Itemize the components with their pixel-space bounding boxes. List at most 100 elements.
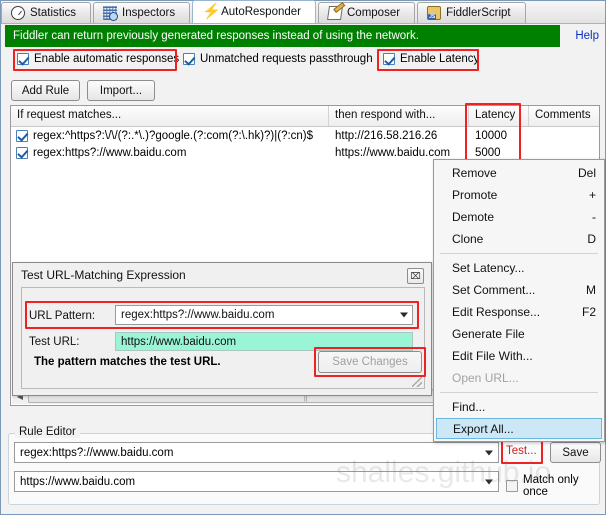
column-header-latency[interactable]: Latency xyxy=(469,106,529,126)
menu-item-find[interactable]: Find... xyxy=(434,396,604,418)
menu-item-edit-response-label: Edit Response... xyxy=(452,305,541,319)
table-row[interactable]: regex:^https?:\/\/(?:.*\.)?google.(?:com… xyxy=(11,127,599,144)
save-label: Save xyxy=(562,446,589,459)
test-url-label: Test URL: xyxy=(29,336,80,348)
menu-item-clone-accel: D xyxy=(587,232,596,246)
add-rule-label: Add Rule xyxy=(21,84,70,97)
column-header-respond[interactable]: then respond with... xyxy=(329,106,469,126)
menu-item-demote-label: Demote xyxy=(452,210,495,224)
rule-match-text: regex:^https?:\/\/(?:.*\.)?google.(?:com… xyxy=(33,129,314,142)
rule-list-header: If request matches... then respond with.… xyxy=(11,106,599,127)
checkbox-label-unmatched-requests-passthrough: Unmatched requests passthrough xyxy=(200,53,373,65)
url-pattern-value: regex:https?://www.baidu.com xyxy=(121,309,275,321)
column-header-match[interactable]: If request matches... xyxy=(11,106,329,126)
menu-item-export-all-label: Export All... xyxy=(453,421,514,436)
url-pattern-label: URL Pattern: xyxy=(29,310,96,322)
lightning-bolt-icon: ⚡ xyxy=(202,3,221,20)
tab-composer-label: Composer xyxy=(347,7,401,19)
chevron-down-icon[interactable] xyxy=(400,312,408,318)
checkbox-box-enable-automatic-responses[interactable] xyxy=(17,53,29,65)
tab-fiddlerscript[interactable]: FiddlerScript xyxy=(417,2,526,23)
chevron-down-icon[interactable] xyxy=(485,450,493,455)
menu-item-demote-accel: - xyxy=(592,210,596,224)
inspectors-icon xyxy=(103,6,119,21)
menu-item-edit-file-with-label: Edit File With... xyxy=(452,349,533,363)
test-link[interactable]: Test... xyxy=(506,445,537,457)
rule-editor-respond-value: https://www.baidu.com xyxy=(20,475,136,488)
menu-item-edit-file-with[interactable]: Edit File With... xyxy=(434,345,604,367)
menu-item-find-label: Find... xyxy=(452,400,486,414)
rule-editor-legend: Rule Editor xyxy=(15,426,80,438)
chevron-down-icon[interactable] xyxy=(485,479,493,484)
rule-respond-cell: https://www.baidu.com xyxy=(335,146,451,159)
rule-context-menu[interactable]: Remove Del Promote + Demote - Clone D Se… xyxy=(433,159,605,442)
menu-item-clone[interactable]: Clone D xyxy=(434,228,604,250)
checkbox-unmatched-requests-passthrough[interactable]: Unmatched requests passthrough xyxy=(183,53,373,65)
tab-statistics-label: Statistics xyxy=(30,7,77,19)
column-header-comments[interactable]: Comments xyxy=(529,106,599,126)
rule-match-cell: regex:https?://www.baidu.com xyxy=(11,146,329,159)
menu-item-set-latency[interactable]: Set Latency... xyxy=(434,257,604,279)
menu-item-set-comment-label: Set Comment... xyxy=(452,283,536,297)
menu-item-promote-label: Promote xyxy=(452,188,498,202)
rule-editor-match-value: regex:https?://www.baidu.com xyxy=(20,446,174,459)
close-icon[interactable]: ⌧ xyxy=(407,268,424,284)
menu-item-set-comment-accel: M xyxy=(586,283,596,297)
tab-composer[interactable]: Composer xyxy=(318,2,416,23)
menu-item-set-comment[interactable]: Set Comment... M xyxy=(434,279,604,301)
menu-item-promote-accel: + xyxy=(588,188,596,202)
test-url-value: https://www.baidu.com xyxy=(121,335,237,348)
checkbox-enable-automatic-responses[interactable]: Enable automatic responses xyxy=(17,53,179,65)
menu-item-set-latency-label: Set Latency... xyxy=(452,261,525,275)
menu-item-generate-file[interactable]: Generate File xyxy=(434,323,604,345)
rule-editor-match-combobox[interactable]: regex:https?://www.baidu.com xyxy=(14,442,499,463)
dialog-content-group: URL Pattern: regex:https?://www.baidu.co… xyxy=(21,287,426,389)
menu-item-generate-file-label: Generate File xyxy=(452,327,525,341)
url-pattern-combobox[interactable]: regex:https?://www.baidu.com xyxy=(115,305,413,325)
main-tab-bar: Statistics Inspectors ⚡ AutoResponder Co… xyxy=(1,0,605,24)
rule-latency-cell: 10000 xyxy=(475,129,507,142)
tab-inspectors[interactable]: Inspectors xyxy=(93,2,191,23)
menu-item-open-url-label: Open URL... xyxy=(452,371,519,385)
menu-item-remove-label: Remove xyxy=(452,166,497,180)
help-link[interactable]: Help xyxy=(575,30,599,42)
tab-statistics[interactable]: Statistics xyxy=(1,2,92,23)
import-button[interactable]: Import... xyxy=(87,80,155,101)
save-button[interactable]: Save xyxy=(550,442,601,463)
resize-grip-icon[interactable] xyxy=(412,377,422,387)
checkbox-box-enable-latency[interactable] xyxy=(383,53,395,65)
menu-separator xyxy=(440,392,598,393)
menu-item-remove[interactable]: Remove Del xyxy=(434,162,604,184)
rule-editor-respond-combobox[interactable]: https://www.baidu.com xyxy=(14,471,499,492)
tab-autoresponder-label: AutoResponder xyxy=(221,6,301,18)
clock-icon xyxy=(11,6,25,20)
compose-pencil-icon xyxy=(327,6,343,20)
test-url-input[interactable]: https://www.baidu.com xyxy=(115,332,413,351)
add-rule-button[interactable]: Add Rule xyxy=(11,80,80,101)
menu-separator xyxy=(440,253,598,254)
match-result-message: The pattern matches the test URL. xyxy=(34,356,221,368)
match-only-once-checkbox[interactable]: Match only once xyxy=(506,474,599,498)
import-label: Import... xyxy=(99,84,143,97)
menu-item-export-all[interactable]: Export All... xyxy=(436,418,602,439)
save-changes-button: Save Changes xyxy=(318,351,422,373)
test-url-matching-dialog: Test URL-Matching Expression ⌧ URL Patte… xyxy=(12,262,432,396)
menu-item-promote[interactable]: Promote + xyxy=(434,184,604,206)
menu-item-edit-response[interactable]: Edit Response... F2 xyxy=(434,301,604,323)
checkbox-box-unmatched-requests-passthrough[interactable] xyxy=(183,53,195,65)
menu-item-open-url: Open URL... xyxy=(434,367,604,389)
tab-fiddlerscript-label: FiddlerScript xyxy=(446,7,511,19)
fiddler-autoresponder-window: Statistics Inspectors ⚡ AutoResponder Co… xyxy=(0,0,606,515)
tab-autoresponder[interactable]: ⚡ AutoResponder xyxy=(192,0,316,23)
info-banner-text: Fiddler can return previously generated … xyxy=(13,30,419,42)
rule-enabled-checkbox[interactable] xyxy=(16,146,28,159)
rule-enabled-checkbox[interactable] xyxy=(16,129,28,142)
match-only-once-box[interactable] xyxy=(506,480,518,492)
menu-item-remove-accel: Del xyxy=(577,166,596,180)
rule-respond-cell: http://216.58.216.26 xyxy=(335,129,438,142)
rule-match-cell: regex:^https?:\/\/(?:.*\.)?google.(?:com… xyxy=(11,129,329,142)
checkbox-enable-latency[interactable]: Enable Latency xyxy=(383,53,479,65)
checkbox-label-enable-latency: Enable Latency xyxy=(400,53,480,65)
script-js-icon xyxy=(427,6,442,20)
menu-item-demote[interactable]: Demote - xyxy=(434,206,604,228)
